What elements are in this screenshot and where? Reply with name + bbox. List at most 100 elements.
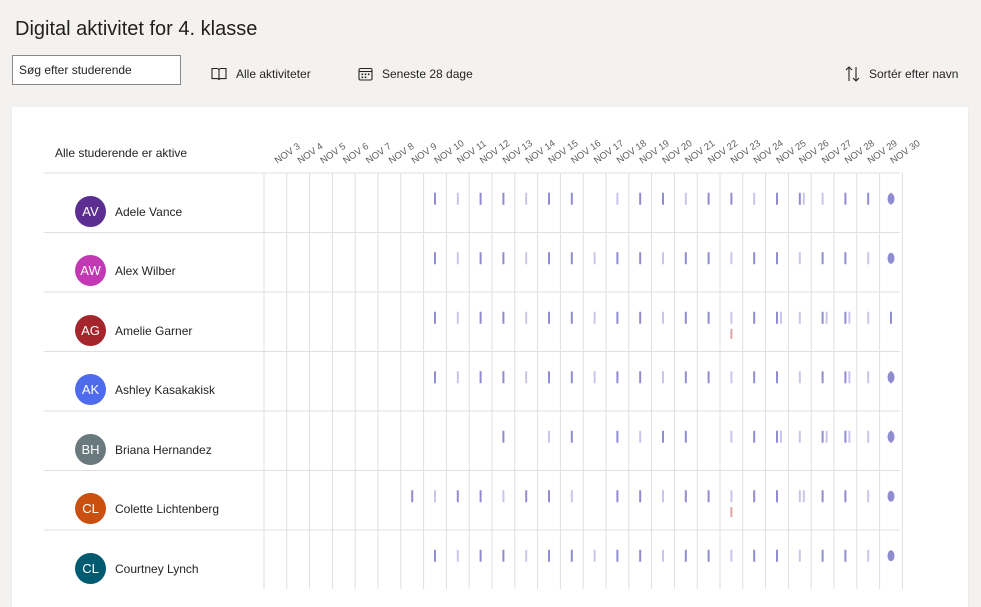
activity-mark [776, 430, 778, 443]
today-activity-dot [887, 431, 895, 443]
activity-mark [570, 311, 573, 324]
activity-mark [593, 549, 596, 562]
activity-mark [753, 252, 756, 265]
activity-mark [525, 490, 528, 503]
activity-mark [848, 311, 851, 324]
activity-mark [867, 430, 870, 443]
activity-mark [456, 192, 459, 205]
activity-mark [502, 371, 505, 384]
activity-mark [662, 311, 664, 324]
activity-mark [616, 490, 619, 503]
activity-mark [434, 252, 436, 265]
activity-mark [639, 311, 642, 324]
activity-mark [798, 490, 801, 503]
activity-grid: NOV 3NOV 4NOV 5NOV 6NOV 7NOV 8NOV 9NOV 1… [44, 138, 922, 589]
today-activity-dot [887, 371, 895, 383]
activity-mark [798, 430, 801, 443]
activity-mark [730, 549, 733, 562]
activity-mark [616, 192, 619, 205]
activity-mark [798, 252, 801, 265]
activity-mark [639, 490, 642, 503]
activity-mark [662, 490, 664, 503]
today-activity-dot [887, 252, 895, 264]
activity-mark [662, 549, 664, 562]
student-name[interactable]: Briana Hernandez [115, 443, 212, 457]
activity-mark [867, 311, 870, 324]
activity-mark [525, 549, 528, 562]
activity-mark [684, 192, 687, 205]
activity-mark [616, 252, 619, 265]
activity-mark [776, 252, 778, 265]
activity-mark [844, 192, 847, 205]
activity-mark [479, 311, 482, 324]
activity-mark [684, 371, 687, 384]
activity-mark [548, 311, 550, 324]
today-activity-dot [887, 490, 895, 502]
activity-mark [434, 549, 436, 562]
student-name[interactable]: Alex Wilber [115, 264, 176, 278]
activity-mark [593, 371, 596, 384]
activity-mark [707, 371, 710, 384]
activity-mark [867, 371, 870, 384]
activity-mark [570, 371, 573, 384]
activity-mark [821, 549, 824, 562]
activity-mark [776, 490, 778, 503]
flag-mark [730, 328, 733, 339]
activity-mark [593, 252, 596, 265]
activity-mark [730, 311, 733, 324]
student-avatar[interactable]: AV [75, 195, 106, 227]
activity-mark [707, 252, 710, 265]
student-avatar[interactable]: BH [75, 433, 106, 465]
activity-mark [456, 252, 459, 265]
activity-mark [753, 192, 756, 205]
activity-mark [479, 371, 482, 384]
activity-mark [848, 371, 851, 384]
activity-mark [684, 311, 687, 324]
activity-mark [662, 430, 664, 443]
activity-mark [753, 549, 756, 562]
activity-mark [867, 192, 870, 205]
activity-mark [456, 311, 459, 324]
student-avatar[interactable]: CL [75, 552, 106, 584]
activity-mark [753, 311, 756, 324]
activity-mark [548, 192, 550, 205]
activity-mark [844, 490, 847, 503]
student-name[interactable]: Colette Lichtenberg [115, 502, 219, 516]
activity-mark [707, 192, 710, 205]
student-name[interactable]: Ashley Kasakakisk [115, 383, 215, 397]
activity-mark [867, 252, 870, 265]
activity-mark [776, 549, 778, 562]
activity-mark [753, 490, 756, 503]
activity-mark [502, 549, 505, 562]
activity-mark [502, 490, 505, 503]
activity-mark [525, 192, 528, 205]
activity-mark [798, 549, 801, 562]
activity-mark [434, 490, 436, 503]
activity-mark [684, 252, 687, 265]
activity-mark [479, 192, 482, 205]
flag-mark [730, 507, 733, 518]
activity-mark [825, 430, 828, 443]
activity-mark [780, 311, 782, 324]
activity-mark [821, 311, 824, 324]
date-header-label: NOV 5 [318, 141, 348, 166]
student-name[interactable]: Amelie Garner [115, 324, 192, 338]
student-name[interactable]: Adele Vance [115, 205, 182, 219]
activity-mark [570, 490, 573, 503]
activity-mark [707, 490, 710, 503]
activity-mark [570, 192, 573, 205]
activity-mark [730, 192, 733, 205]
activity-mark [548, 430, 550, 443]
activity-mark [639, 371, 642, 384]
activity-mark [548, 490, 550, 503]
activity-mark [802, 192, 805, 205]
activity-mark [730, 371, 733, 384]
activity-mark [548, 549, 550, 562]
activity-mark [548, 371, 550, 384]
activity-mark [844, 549, 847, 562]
activity-mark [502, 252, 505, 265]
student-avatar[interactable]: AG [75, 314, 106, 346]
student-name[interactable]: Courtney Lynch [115, 562, 199, 576]
activity-mark [639, 252, 642, 265]
activity-mark [821, 430, 824, 443]
